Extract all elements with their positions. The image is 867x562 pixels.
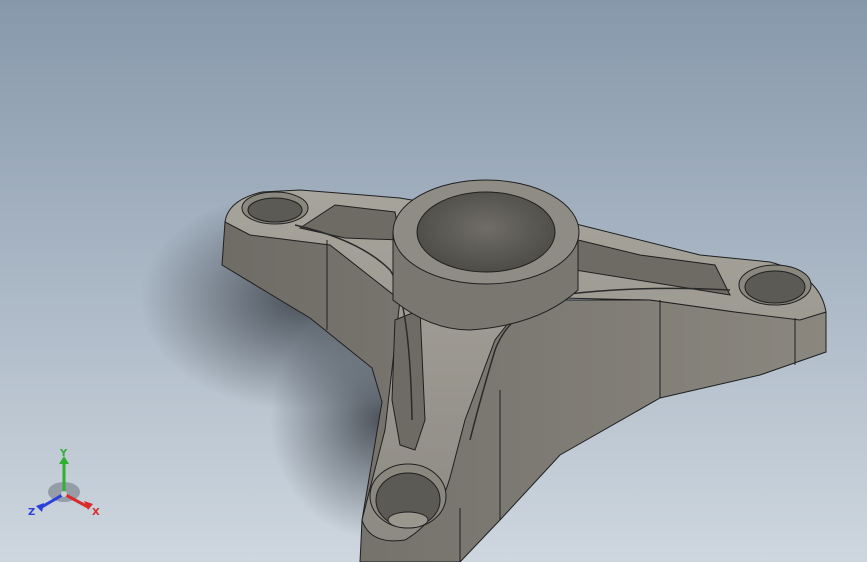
boss-bore xyxy=(416,191,556,273)
graphics-viewport[interactable]: Y X Z xyxy=(0,0,867,562)
axis-triad-icon: Y X Z xyxy=(28,448,100,518)
pocket-bottom xyxy=(391,309,426,451)
mount-hole-right-bore xyxy=(744,270,806,304)
mount-hole-left-bore xyxy=(247,197,303,223)
y-axis-label: Y xyxy=(59,448,68,459)
z-axis-label: Z xyxy=(28,507,35,518)
x-axis-label: X xyxy=(92,507,100,518)
mount-hole-bottom-floor xyxy=(387,511,429,529)
3d-part-model[interactable] xyxy=(0,0,867,562)
